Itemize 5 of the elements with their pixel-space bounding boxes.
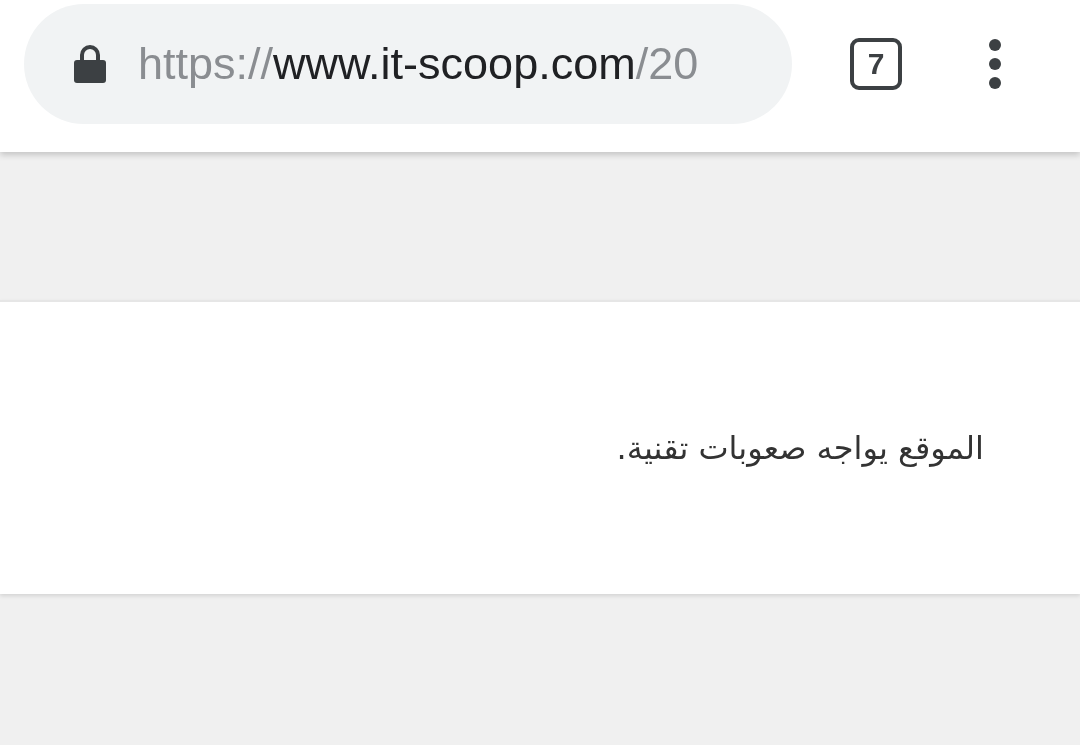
tab-count-button[interactable]: 7 — [850, 38, 902, 90]
menu-icon[interactable] — [988, 38, 1002, 90]
address-bar[interactable]: https://www.it-scoop.com/20 — [24, 4, 792, 124]
url-text: https://www.it-scoop.com/20 — [138, 38, 699, 90]
error-message: الموقع يواجه صعوبات تقنية. — [616, 429, 984, 467]
